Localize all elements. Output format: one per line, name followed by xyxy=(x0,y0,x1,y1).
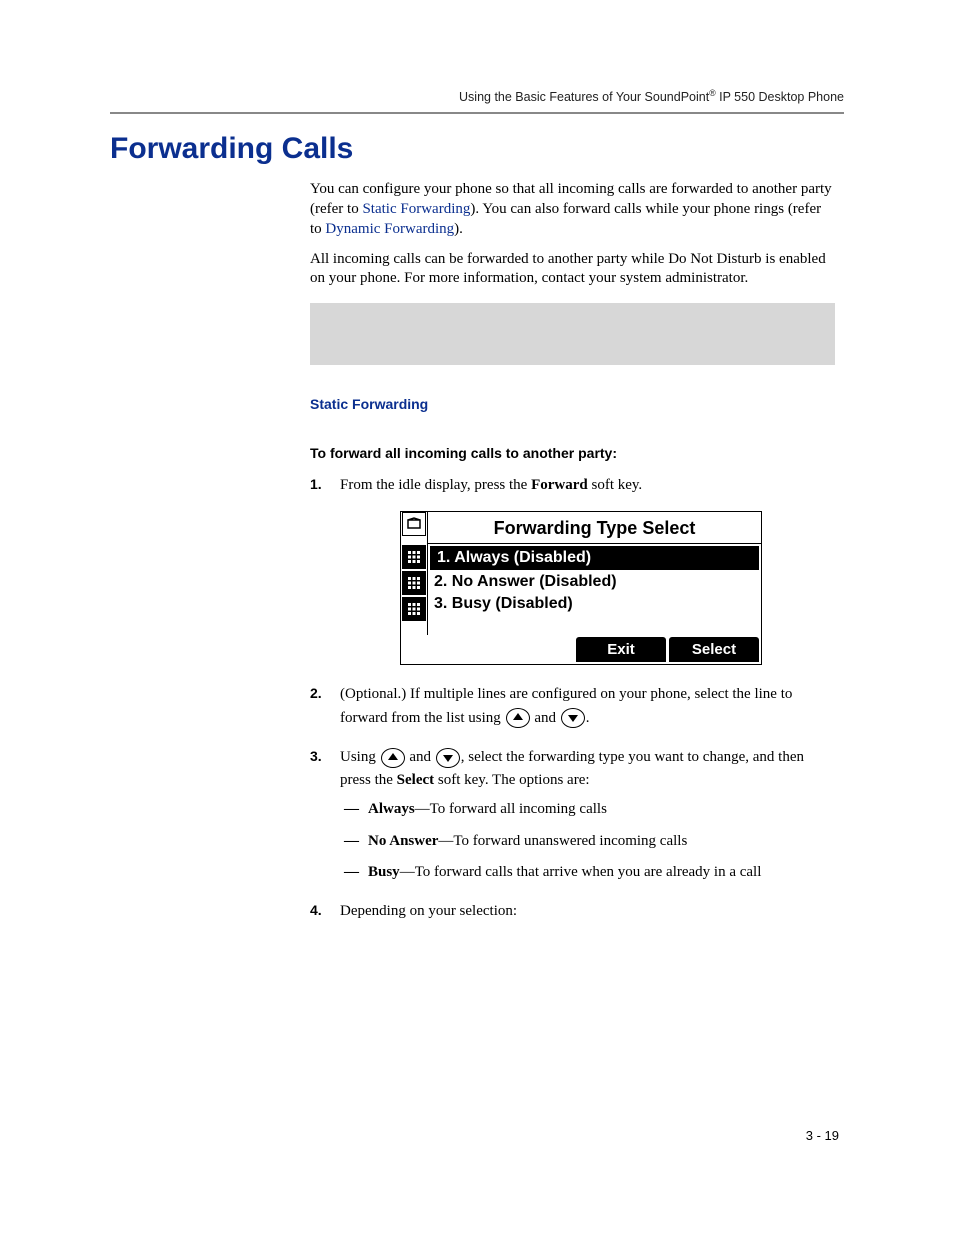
menu-item-always: 1. Always (Disabled) xyxy=(430,546,759,570)
option-no-answer: No Answer—To forward unanswered incoming… xyxy=(340,830,835,853)
option-busy: Busy—To forward calls that arrive when y… xyxy=(340,861,835,884)
softkey-select: Select xyxy=(669,637,759,662)
option-always: Always—To forward all incoming calls xyxy=(340,798,835,821)
menu-item-no-answer: 2. No Answer (Disabled) xyxy=(428,571,761,593)
line-icon xyxy=(402,512,426,536)
phone-screen-illustration: Forwarding Type Select xyxy=(400,511,762,665)
nav-up-icon xyxy=(381,748,405,768)
page-title: Forwarding Calls xyxy=(110,132,844,166)
nav-up-icon xyxy=(506,708,530,728)
nav-down-icon xyxy=(561,708,585,728)
header-rule xyxy=(110,112,844,114)
step-4: Depending on your selection: xyxy=(310,900,835,923)
menu-item-busy: 3. Busy (Disabled) xyxy=(428,593,761,615)
step-2: (Optional.) If multiple lines are config… xyxy=(310,683,835,730)
step-1: From the idle display, press the Forward… xyxy=(310,474,835,665)
grid-icon xyxy=(402,571,426,595)
link-static-forwarding[interactable]: Static Forwarding xyxy=(362,201,470,217)
section-heading-static-forwarding: Static Forwarding xyxy=(310,395,835,413)
page-number: 3 - 19 xyxy=(806,1128,839,1143)
grid-icon xyxy=(402,545,426,569)
softkey-exit: Exit xyxy=(576,637,666,662)
running-header: Using the Basic Features of Your SoundPo… xyxy=(110,88,844,104)
nav-down-icon xyxy=(436,748,460,768)
note-box-placeholder xyxy=(310,303,835,365)
intro-paragraph-2: All incoming calls can be forwarded to a… xyxy=(310,250,835,290)
link-dynamic-forwarding[interactable]: Dynamic Forwarding xyxy=(325,221,454,237)
step-3: Using and , select the forwarding type y… xyxy=(310,746,835,884)
grid-icon xyxy=(402,597,426,621)
procedure-heading: To forward all incoming calls to another… xyxy=(310,444,835,462)
screen-title: Forwarding Type Select xyxy=(427,512,761,543)
intro-paragraph-1: You can configure your phone so that all… xyxy=(310,180,835,239)
